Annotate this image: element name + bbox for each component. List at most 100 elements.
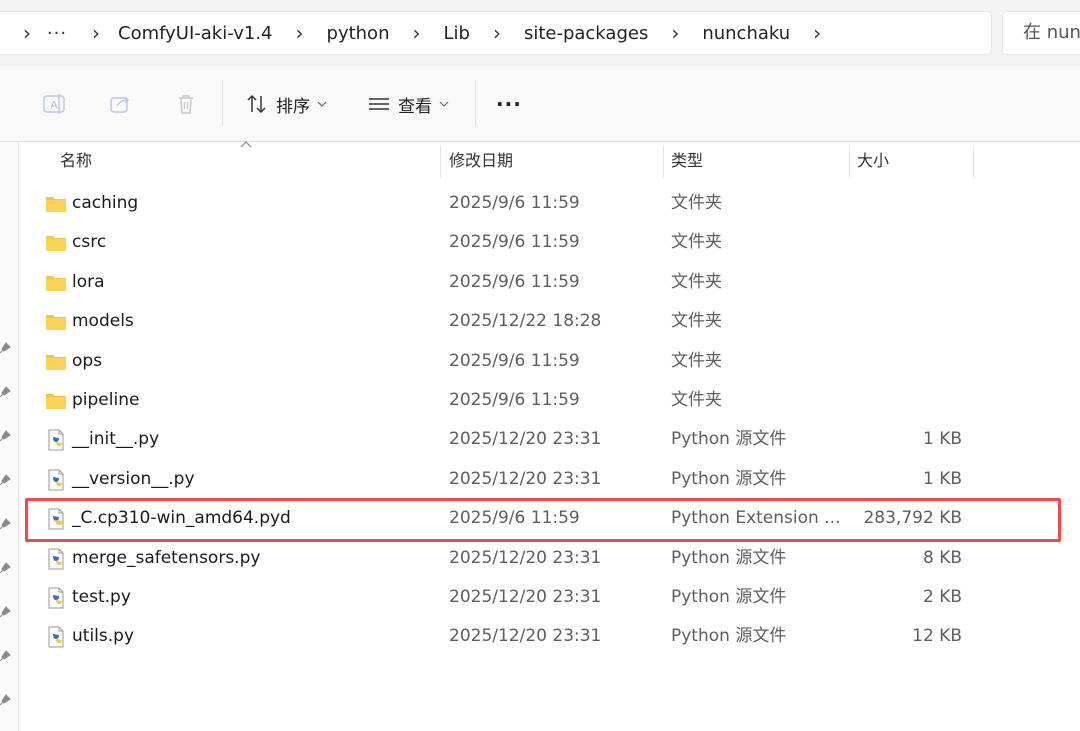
file-name: test.py [72,587,131,607]
folder-icon [46,394,66,409]
folder-icon [46,197,66,212]
share-icon[interactable] [108,92,132,116]
file-size: 1 KB [922,468,962,489]
file-date: 2025/12/22 18:28 [449,311,602,332]
file-date: 2025/9/6 11:59 [449,193,580,213]
python-file-icon [48,587,64,609]
column-header-size[interactable]: 大小 [857,142,973,180]
more-options-button[interactable]: ··· [496,88,522,120]
chevron-right-icon[interactable]: › [652,21,698,45]
file-row[interactable]: utils.py 2025/12/20 23:31 Python 源文件 12 KB [0,617,1080,656]
file-type: Python 源文件 [671,468,787,489]
column-header-row: 名称 修改日期 类型 大小 [18,141,1080,180]
file-name: caching [72,193,139,213]
delete-icon[interactable] [174,92,198,116]
view-button[interactable]: 查看 [368,88,449,120]
breadcrumb-item-comfyui[interactable]: ComfyUI-aki-v1.4 [114,23,277,44]
column-divider[interactable] [440,146,441,178]
file-name: utils.py [72,626,134,647]
file-row[interactable]: merge_safetensors.py 2025/12/20 23:31 Pyth… [0,539,1080,578]
folder-icon [46,354,66,370]
file-date: 2025/12/20 23:31 [449,468,602,489]
file-type: 文件夹 [671,232,722,253]
file-name: models [72,311,134,332]
file-name: pipeline [72,390,140,410]
python-file-icon [48,469,64,491]
file-size: 2 KB [922,587,962,607]
breadcrumb-item-python[interactable]: python [323,23,394,44]
file-date: 2025/9/6 11:59 [449,350,580,371]
file-name: __version__.py [72,468,195,489]
command-bar: A 排序 查看 ··· [0,66,1080,142]
file-type: 文件夹 [671,390,722,410]
sort-label: 排序 [276,96,310,117]
column-header-name[interactable]: 名称 [60,142,440,180]
file-name: __init__.py [72,429,160,450]
file-row[interactable]: test.py 2025/12/20 23:31 Python 源文件 2 KB [0,578,1080,617]
file-size: 1 KB [922,429,962,450]
folder-row[interactable]: models 2025/12/22 18:28 文件夹 [0,302,1080,341]
file-date: 2025/12/20 23:31 [449,547,602,568]
chevron-down-icon [439,101,449,107]
highlight-box [25,498,1061,542]
sort-button[interactable]: 排序 [246,88,327,120]
breadcrumb-item-site-packages[interactable]: site-packages [520,23,652,44]
chevron-right-icon[interactable]: › [474,21,520,45]
file-type: 文件夹 [671,350,722,371]
folder-icon [46,236,66,252]
file-date: 2025/12/20 23:31 [449,429,602,450]
column-header-date[interactable]: 修改日期 [449,142,663,180]
chevron-right-icon[interactable]: › [393,21,439,45]
file-type: Python 源文件 [671,547,787,568]
folder-icon [46,315,66,331]
view-label: 查看 [398,96,432,117]
search-input[interactable]: 在 nunchaku 中搜索 [1002,11,1080,55]
folder-row[interactable]: lora 2025/9/6 11:59 文件夹 [0,263,1080,302]
sort-icon [247,94,266,114]
folder-row[interactable]: caching 2025/9/6 11:59 文件夹 [0,184,1080,223]
view-icon [369,98,389,110]
file-row[interactable]: __init__.py 2025/12/20 23:31 Python 源文件 1 K… [0,420,1080,459]
folder-icon [46,275,66,291]
file-date: 2025/12/20 23:31 [449,587,602,607]
file-size: 8 KB [922,547,962,568]
file-type: 文件夹 [671,311,722,332]
folder-row[interactable]: pipeline 2025/9/6 11:59 文件夹 [0,381,1080,420]
file-name: lora [72,271,105,292]
toolbar-divider [475,80,476,126]
file-type: 文件夹 [671,271,722,292]
column-divider[interactable] [849,146,850,178]
python-file-icon [48,626,64,648]
column-divider[interactable] [663,146,664,178]
file-name: csrc [72,232,107,253]
python-file-icon [48,429,64,451]
column-divider[interactable] [973,146,974,178]
pin-icon[interactable] [0,692,12,706]
breadcrumb-item-lib[interactable]: Lib [439,23,473,44]
chevron-down-icon [317,101,327,107]
breadcrumb-item-nunchaku[interactable]: nunchaku [698,23,794,44]
file-date: 2025/9/6 11:59 [449,271,580,292]
svg-text:A: A [50,100,58,112]
file-type: Python 源文件 [671,429,787,450]
breadcrumb-overflow-button[interactable]: ··· [44,23,70,44]
file-type: Python 源文件 [671,626,787,647]
column-header-type[interactable]: 类型 [671,142,849,180]
file-date: 2025/12/20 23:31 [449,626,602,647]
address-bar: › ··· › ComfyUI-aki-v1.4 › python › Lib … [0,0,1080,66]
folder-row[interactable]: ops 2025/9/6 11:59 文件夹 [0,342,1080,381]
toolbar-divider [222,80,223,126]
file-date: 2025/9/6 11:59 [449,390,580,410]
file-row[interactable]: __version__.py 2025/12/20 23:31 Python 源文件… [0,460,1080,499]
breadcrumb[interactable]: › ··· › ComfyUI-aki-v1.4 › python › Lib … [0,11,992,55]
chevron-right-icon[interactable]: › [10,21,44,45]
file-type: 文件夹 [671,193,722,213]
file-name: ops [72,350,103,371]
chevron-right-icon[interactable]: › [794,21,840,45]
file-date: 2025/9/6 11:59 [449,232,580,253]
folder-row[interactable]: csrc 2025/9/6 11:59 文件夹 [0,223,1080,262]
rename-icon[interactable]: A [42,92,66,116]
file-type: Python 源文件 [671,587,787,607]
file-name: merge_safetensors.py [72,547,261,568]
chevron-right-icon[interactable]: › [277,21,323,45]
